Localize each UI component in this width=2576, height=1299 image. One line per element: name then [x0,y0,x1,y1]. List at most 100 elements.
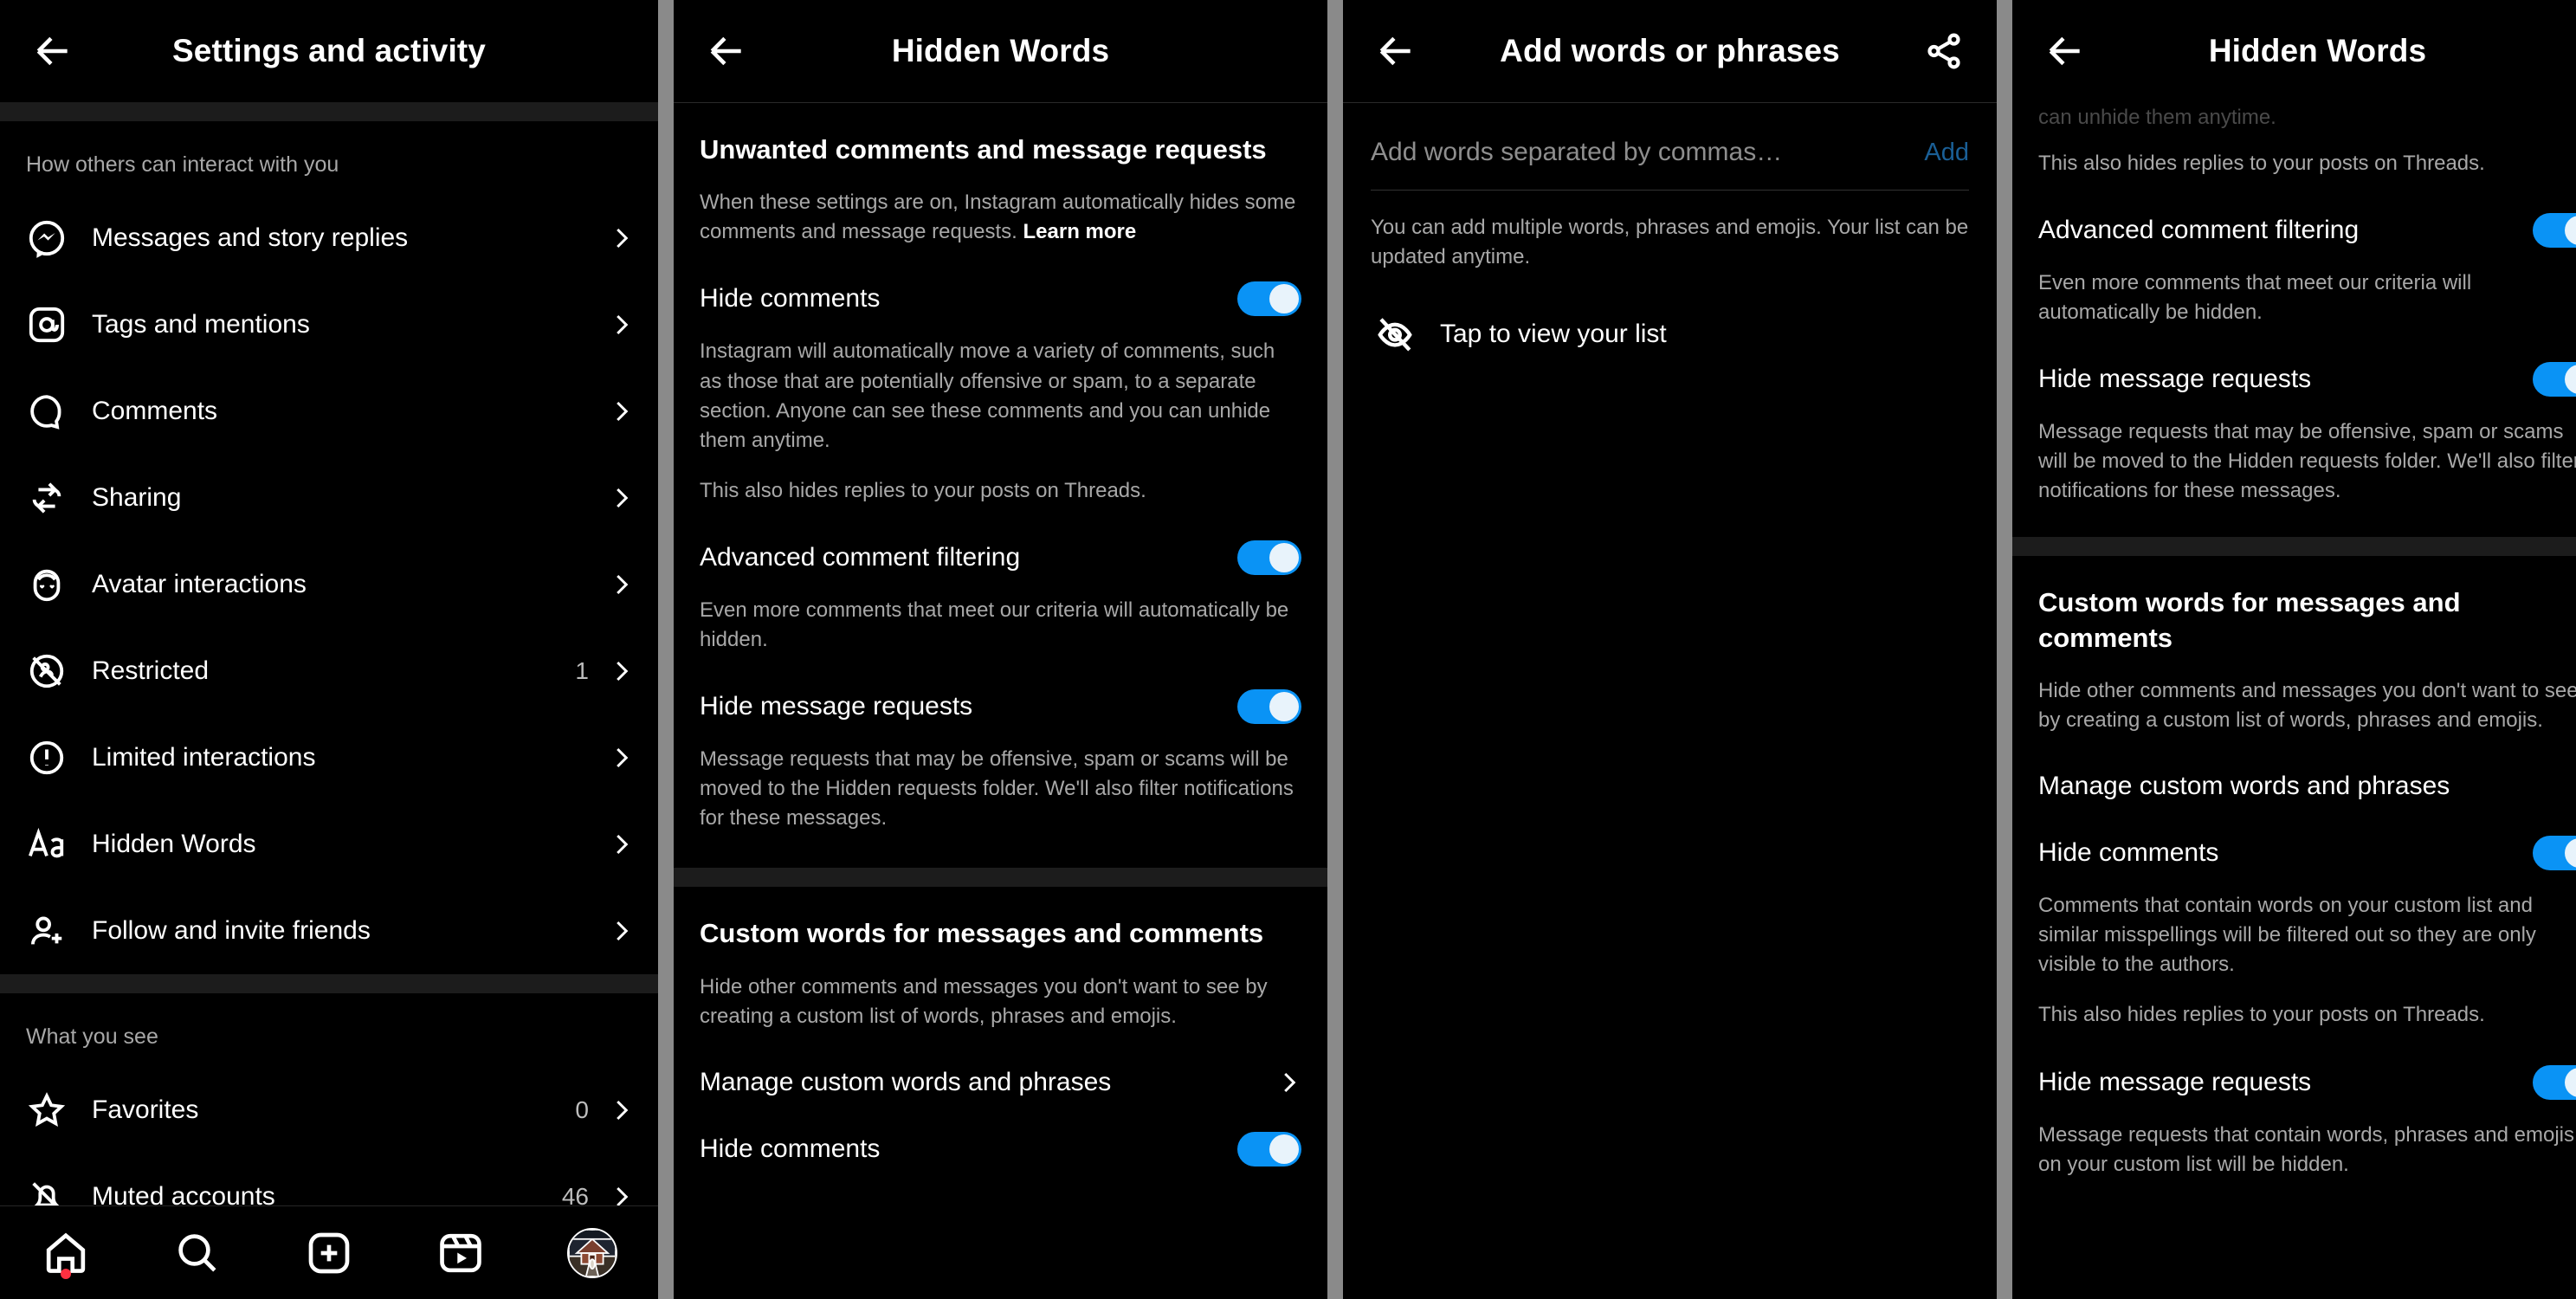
avatar-face-icon [24,562,69,607]
sidebar-item-follow-invite[interactable]: Follow and invite friends [0,888,658,974]
learn-more-link[interactable]: Learn more [1023,220,1137,243]
back-arrow-icon[interactable] [2038,24,2092,78]
scrolled-unwanted-section: This also hides replies to your posts on… [2012,128,2576,537]
toggle-row-custom-hide-comments[interactable]: Hide comments [2038,801,2576,871]
custom-hide-comments-toggle[interactable] [2533,836,2576,871]
toggle-row-hide-message-requests[interactable]: Hide message requests [2038,327,2576,397]
avatar [567,1227,617,1278]
nav-search-button[interactable] [168,1224,227,1283]
manage-custom-words-row[interactable]: Manage custom words and phrases [2038,735,2576,801]
eye-off-icon [1371,310,1419,359]
toggle-row-custom-hide-message-requests[interactable]: Hide message requests [2038,1031,2576,1100]
nav-create-button[interactable] [300,1224,358,1283]
add-words-input-row[interactable]: Add words separated by commas… Add [1343,103,1997,190]
toggle-label: Hide message requests [2038,365,2312,394]
sidebar-item-limited-interactions[interactable]: Limited interactions [0,714,658,801]
share-icon[interactable] [1917,24,1971,78]
toggle-description: Message requests that contain words, phr… [2038,1122,2574,1176]
sidebar-item-favorites[interactable]: Favorites 0 [0,1067,658,1154]
back-arrow-icon[interactable] [26,24,80,78]
toggle-description: Even more comments that meet our criteri… [2038,271,2472,325]
chevron-right-icon [608,572,634,598]
panel-gutter [658,0,674,1299]
manage-custom-words-row[interactable]: Manage custom words and phrases [700,1031,1301,1097]
tap-to-view-list-row[interactable]: Tap to view your list [1343,272,1997,359]
toggle-row-custom-hide-comments[interactable]: Hide comments [700,1097,1301,1167]
nav-home-button[interactable] [36,1224,95,1283]
nav-reels-button[interactable] [431,1224,490,1283]
add-words-hint: You can add multiple words, phrases and … [1371,216,1969,269]
section-divider [674,868,1327,888]
toggle-row-advanced-filtering[interactable]: Advanced comment filtering [700,506,1301,575]
screenshot-root: Settings and activity How others can int… [0,0,2576,1299]
sidebar-item-label: Avatar interactions [92,570,307,598]
advanced-comment-filtering-toggle[interactable] [1237,540,1301,575]
hide-message-requests-toggle[interactable] [2533,362,2576,397]
sidebar-item-hidden-words[interactable]: Hidden Words [0,801,658,888]
sidebar-item-label: Comments [92,397,218,425]
section-description: Hide other comments and messages you don… [700,974,1268,1028]
sidebar-item-avatar-interactions[interactable]: Avatar interactions [0,541,658,628]
sidebar-item-comments[interactable]: Comments [0,368,658,455]
sidebar-item-label: Follow and invite friends [92,916,371,945]
section-divider [0,974,658,993]
add-words-input[interactable]: Add words separated by commas… [1371,138,1907,167]
toggle-threads-note: This also hides replies to your posts on… [700,478,1146,502]
advanced-comment-filtering-toggle[interactable] [2533,213,2576,249]
manage-custom-words-label: Manage custom words and phrases [2038,772,2450,801]
manage-custom-words-label: Manage custom words and phrases [700,1067,1112,1096]
sidebar-item-messages[interactable]: Messages and story replies [0,195,658,281]
toggle-description: Instagram will automatically move a vari… [700,339,1275,452]
panel-gutter [1997,0,2012,1299]
chevron-right-icon [608,398,634,424]
sidebar-item-label: Tags and mentions [92,310,310,339]
chevron-right-icon [608,918,634,944]
back-arrow-icon[interactable] [1369,24,1423,78]
section-description: Hide other comments and messages you don… [2038,679,2576,733]
sidebar-item-label: Restricted [92,656,210,685]
toggle-row-advanced-filtering[interactable]: Advanced comment filtering [2038,178,2576,249]
hidden-words-header: Hidden Words [674,0,1327,102]
sidebar-item-label: Hidden Words [92,830,256,858]
hide-comments-toggle[interactable] [1237,281,1301,317]
section-divider [2012,537,2576,557]
nav-profile-button[interactable] [563,1224,622,1283]
toggle-label: Hide message requests [700,692,973,721]
messenger-icon [24,216,69,261]
sidebar-item-sharing[interactable]: Sharing [0,455,658,541]
toggle-label: Hide comments [700,1134,881,1163]
panel-hidden-words: Hidden Words Unwanted comments and messa… [674,0,1327,1299]
toggle-description: Even more comments that meet our criteri… [700,598,1289,651]
custom-hide-comments-toggle[interactable] [1237,1131,1301,1167]
back-arrow-icon[interactable] [700,24,753,78]
page-title: Settings and activity [172,33,486,68]
person-plus-icon [24,908,69,953]
toggle-row-hide-message-requests[interactable]: Hide message requests [700,655,1301,724]
home-notification-badge [61,1268,71,1279]
sidebar-item-count: 1 [575,657,589,684]
toggle-description: Comments that contain words on your cust… [2038,894,2536,977]
toggle-description: Message requests that may be offensive, … [2038,420,2576,503]
hide-message-requests-toggle[interactable] [1237,689,1301,724]
comment-bubble-icon [24,389,69,434]
sidebar-item-restricted[interactable]: Restricted 1 [0,628,658,714]
add-button[interactable]: Add [1907,139,1969,167]
section-divider [0,102,658,121]
section-description: When these settings are on, Instagram au… [700,167,1301,247]
sidebar-item-label: Limited interactions [92,743,316,772]
panel-add-words-or-phrases: Add words or phrases Add words separated… [1343,0,1997,1299]
section-label-interactions: How others can interact with you [26,152,339,177]
custom-hide-message-requests-toggle[interactable] [2533,1064,2576,1100]
unwanted-comments-section: Unwanted comments and message requests W… [674,103,1327,868]
scrolled-custom-words-section: Custom words for messages and comments H… [2012,556,2576,1179]
chevron-right-icon [608,745,634,771]
sidebar-item-tags-mentions[interactable]: Tags and mentions [0,281,658,368]
section-description-text: When these settings are on, Instagram au… [700,191,1296,244]
panel-settings-and-activity: Settings and activity How others can int… [0,0,658,1299]
star-icon [24,1088,69,1133]
toggle-row-hide-comments[interactable]: Hide comments [700,247,1301,317]
toggle-label: Hide comments [2038,838,2219,868]
sidebar-item-label: Sharing [92,483,182,512]
section-heading: Custom words for messages and comments [2038,587,2461,653]
chevron-right-icon [608,658,634,684]
